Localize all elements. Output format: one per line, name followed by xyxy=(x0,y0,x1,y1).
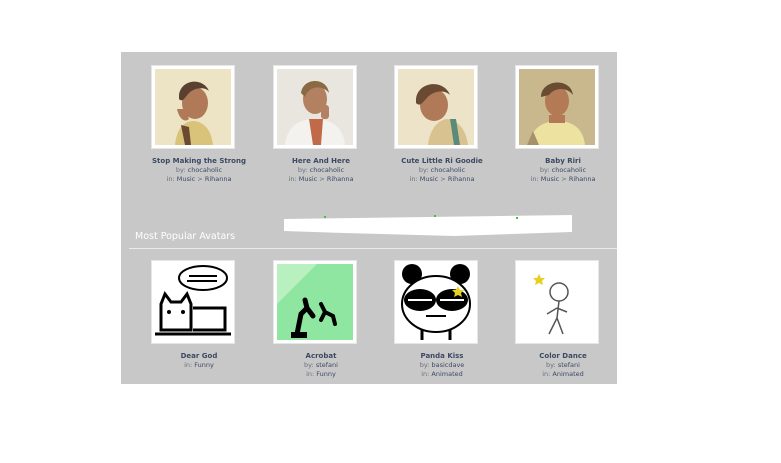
cartoon-cat-icon xyxy=(155,264,231,340)
author-link[interactable]: stefani xyxy=(316,361,338,369)
by-label: by: xyxy=(175,166,186,174)
category-link[interactable]: Music xyxy=(177,175,196,183)
subcategory-link[interactable]: Rihanna xyxy=(448,175,475,183)
avatar-thumbnail[interactable] xyxy=(151,65,235,149)
avatar-category: in: Funny xyxy=(144,361,254,370)
person-photo-icon xyxy=(277,69,353,145)
avatar-title[interactable]: Panda Kiss xyxy=(387,352,497,361)
category-separator: > xyxy=(197,175,203,183)
avatar-title[interactable]: Stop Making the Strong xyxy=(144,157,254,166)
stick-figure-icon xyxy=(519,264,595,340)
person-photo-icon xyxy=(155,69,231,145)
avatar-category: in: Music > Rihanna xyxy=(387,175,497,184)
section-heading: Most Popular Avatars xyxy=(135,231,236,242)
subcategory-link[interactable]: Rihanna xyxy=(569,175,596,183)
in-label: in: xyxy=(421,370,430,378)
avatar-category: in: Music > Rihanna xyxy=(508,175,617,184)
category-separator: > xyxy=(440,175,446,183)
by-label: by: xyxy=(297,166,308,174)
category-link[interactable]: Animated xyxy=(431,370,462,378)
author-link[interactable]: basicdave xyxy=(431,361,464,369)
author-link[interactable]: chocaholic xyxy=(552,166,587,174)
person-photo-icon xyxy=(519,69,595,145)
avatar-thumbnail[interactable] xyxy=(273,260,357,344)
stick-acrobat-icon xyxy=(277,264,353,340)
avatar-gallery-panel: Stop Making the Strong by: chocaholic in… xyxy=(121,52,617,384)
category-link[interactable]: Funny xyxy=(316,370,336,378)
category-link[interactable]: Music xyxy=(299,175,318,183)
avatar-title[interactable]: Baby Riri xyxy=(508,157,617,166)
author-link[interactable]: chocaholic xyxy=(431,166,466,174)
in-label: in: xyxy=(184,361,193,369)
avatar-author: by: chocaholic xyxy=(144,166,254,175)
category-separator: > xyxy=(319,175,325,183)
avatar-thumbnail[interactable] xyxy=(273,65,357,149)
in-label: in: xyxy=(530,175,539,183)
avatar-author: by: stefani xyxy=(266,361,376,370)
in-label: in: xyxy=(542,370,551,378)
author-link[interactable]: chocaholic xyxy=(188,166,223,174)
by-label: by: xyxy=(418,166,429,174)
by-label: by: xyxy=(539,166,550,174)
avatar-category: in: Animated xyxy=(387,370,497,379)
by-label: by: xyxy=(546,361,556,369)
in-label: in: xyxy=(306,370,315,378)
category-separator: > xyxy=(561,175,567,183)
avatar-thumbnail[interactable] xyxy=(151,260,235,344)
category-link[interactable]: Music xyxy=(541,175,560,183)
in-label: in: xyxy=(288,175,297,183)
avatar-author: by: basicdave xyxy=(387,361,497,370)
panda-icon xyxy=(398,264,474,340)
person-photo-icon xyxy=(398,69,474,145)
by-label: by: xyxy=(419,361,430,369)
author-link[interactable]: stefani xyxy=(558,361,580,369)
in-label: in: xyxy=(409,175,418,183)
avatar-thumbnail[interactable] xyxy=(515,260,599,344)
author-link[interactable]: chocaholic xyxy=(310,166,345,174)
avatar-thumbnail[interactable] xyxy=(394,260,478,344)
avatar-category: in: Animated xyxy=(508,370,617,379)
avatar-category: in: Music > Rihanna xyxy=(266,175,376,184)
avatar-title[interactable]: Dear God xyxy=(144,352,254,361)
category-link[interactable]: Animated xyxy=(552,370,583,378)
by-label: by: xyxy=(304,361,314,369)
avatar-title[interactable]: Acrobat xyxy=(266,352,376,361)
avatar-author: by: chocaholic xyxy=(266,166,376,175)
avatar-author: by: chocaholic xyxy=(508,166,617,175)
subcategory-link[interactable]: Rihanna xyxy=(327,175,354,183)
avatar-author: by: stefani xyxy=(508,361,617,370)
avatar-thumbnail[interactable] xyxy=(515,65,599,149)
avatar-thumbnail[interactable] xyxy=(394,65,478,149)
in-label: in: xyxy=(166,175,175,183)
divider xyxy=(129,248,617,249)
avatar-title[interactable]: Cute Little Ri Goodie xyxy=(387,157,497,166)
subcategory-link[interactable]: Rihanna xyxy=(205,175,232,183)
redaction-mark xyxy=(284,215,572,236)
avatar-category: in: Music > Rihanna xyxy=(144,175,254,184)
avatar-author: by: chocaholic xyxy=(387,166,497,175)
category-link[interactable]: Music xyxy=(420,175,439,183)
avatar-title[interactable]: Here And Here xyxy=(266,157,376,166)
category-link[interactable]: Funny xyxy=(194,361,214,369)
avatar-title[interactable]: Color Dance xyxy=(508,352,617,361)
avatar-category: in: Funny xyxy=(266,370,376,379)
